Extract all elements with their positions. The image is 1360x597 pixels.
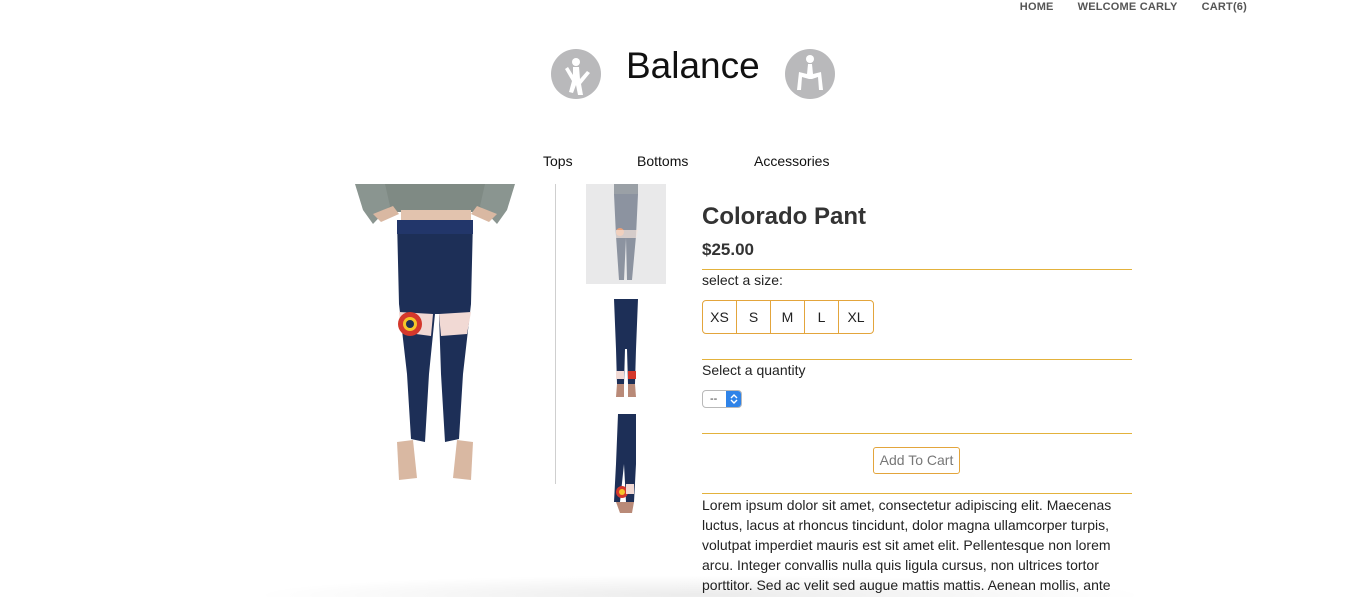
size-option-xl[interactable]: XL: [839, 301, 873, 333]
divider: [702, 359, 1132, 360]
size-label: select a size:: [702, 272, 783, 288]
size-selector: XS S M L XL: [702, 300, 874, 334]
category-bottoms[interactable]: Bottoms: [637, 153, 688, 169]
quantity-select-value: --: [710, 393, 718, 405]
divider: [702, 269, 1132, 270]
thumbnail-front[interactable]: [586, 184, 666, 284]
quantity-select[interactable]: --: [702, 390, 742, 408]
divider: [702, 433, 1132, 434]
size-option-xs[interactable]: XS: [703, 301, 737, 333]
product-price: $25.00: [702, 240, 754, 259]
select-arrows-icon: [726, 391, 741, 407]
quantity-label: Select a quantity: [702, 362, 806, 378]
product-name: Colorado Pant: [702, 203, 867, 230]
welcome-user-link[interactable]: WELCOME CARLY: [1078, 0, 1178, 14]
cart-link[interactable]: CART(6): [1202, 0, 1247, 14]
bottom-shadow: [250, 575, 1150, 597]
thumbnail-side[interactable]: [606, 414, 646, 514]
site-title: Balance: [626, 45, 760, 86]
size-option-m[interactable]: M: [771, 301, 805, 333]
category-accessories[interactable]: Accessories: [754, 153, 829, 169]
category-tops[interactable]: Tops: [543, 153, 573, 169]
size-option-s[interactable]: S: [737, 301, 771, 333]
product-page: HOME WELCOME CARLY CART(6) Balance Tops …: [0, 0, 1360, 597]
main-product-image: [355, 184, 515, 480]
image-divider: [555, 184, 556, 484]
size-option-l[interactable]: L: [805, 301, 839, 333]
yoga-pose-icon: [551, 49, 601, 99]
add-to-cart-button[interactable]: Add To Cart: [873, 447, 960, 474]
yoga-pose-icon: [785, 49, 835, 99]
thumbnail-back[interactable]: [606, 299, 646, 399]
home-link[interactable]: HOME: [1020, 0, 1054, 14]
top-nav: HOME WELCOME CARLY CART(6): [1020, 0, 1247, 14]
divider: [702, 493, 1132, 494]
